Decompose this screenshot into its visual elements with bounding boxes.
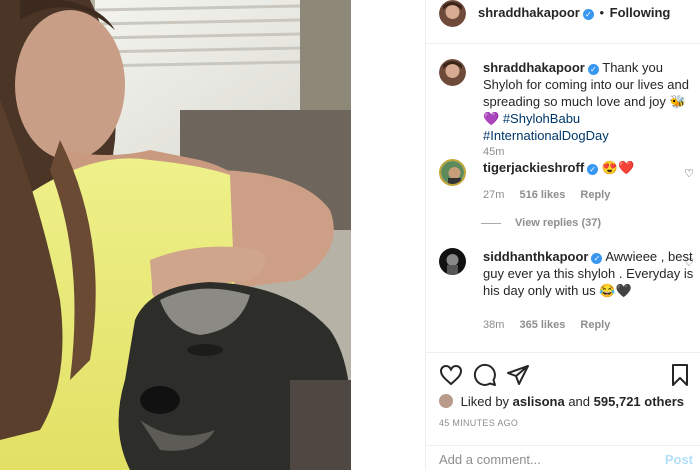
comment-time: 27m (483, 189, 505, 201)
add-comment-input[interactable] (439, 452, 649, 467)
comment-time: 38m (483, 319, 505, 331)
caption-username[interactable]: shraddhakapoor (483, 60, 585, 75)
save-bookmark-icon[interactable] (668, 363, 694, 389)
post-comment-button[interactable]: Post (665, 452, 693, 467)
post-timestamp[interactable]: 45 MINUTES AGO (439, 418, 518, 428)
comment-likes[interactable]: 365 likes (519, 319, 565, 331)
reply-button[interactable]: Reply (580, 319, 610, 331)
view-replies-button[interactable]: View replies (37) (481, 217, 601, 229)
comment-username[interactable]: tigerjackieshroff (483, 160, 584, 175)
commenter-avatar[interactable] (439, 248, 466, 275)
caption-text-block: shraddhakapoor ✓ Thank you Shyloh for com… (483, 59, 698, 144)
action-icons (439, 363, 694, 391)
comment-text-block: tigerjackieshroff ✓ 😍❤️ (483, 159, 698, 176)
verified-badge-icon: ✓ (587, 164, 599, 175)
comment-item: siddhanthkapoor ✓ Awwieee , best guy ever… (439, 248, 694, 348)
liker-avatar[interactable] (439, 394, 453, 408)
photo-illustration (0, 0, 351, 470)
comment-text-block: siddhanthkapoor ✓ Awwieee , best guy ever… (483, 248, 698, 299)
liked-by-prefix: Liked by (460, 394, 510, 409)
caption-item: shraddhakapoor ✓ Thank you Shyloh for com… (439, 59, 694, 169)
like-comment-heart-icon[interactable]: ♡ (684, 256, 694, 269)
header-line: shraddhakapoor ✓ • Following (478, 5, 670, 20)
post-photo[interactable] (0, 0, 351, 470)
liked-by-user[interactable]: aslisona (513, 394, 565, 409)
view-replies-label: View replies (37) (515, 217, 602, 229)
liked-by-others[interactable]: 595,721 others (594, 394, 684, 409)
post-header: shraddhakapoor ✓ • Following (426, 0, 700, 44)
post-side-panel: shraddhakapoor ✓ • Following shraddhakapo… (425, 0, 700, 470)
like-comment-heart-icon[interactable]: ♡ (684, 167, 694, 180)
following-button[interactable]: Following (610, 5, 671, 20)
verified-badge-icon: ✓ (582, 9, 594, 20)
comment-meta: 38m 365 likes Reply (483, 319, 622, 331)
caption-meta: 45m (483, 146, 516, 158)
liked-by-and: and (568, 394, 591, 409)
author-avatar[interactable] (439, 0, 466, 27)
verified-badge-icon: ✓ (591, 253, 603, 264)
comment-text: 😍❤️ (601, 160, 635, 175)
comment-item: tigerjackieshroff ✓ 😍❤️ ♡ 27m 516 likes R… (439, 159, 694, 219)
like-heart-icon[interactable] (439, 363, 465, 389)
share-paper-plane-icon[interactable] (506, 363, 532, 389)
post-actions: Liked by aslisona and 595,721 others 45 … (426, 352, 700, 470)
comments-list[interactable]: shraddhakapoor ✓ Thank you Shyloh for com… (426, 44, 700, 352)
comment-username[interactable]: siddhanthkapoor (483, 249, 588, 264)
reply-button[interactable]: Reply (580, 189, 610, 201)
caption-hashtags[interactable]: #ShylohBabu #InternationalDogDay (483, 111, 609, 143)
liked-by-line: Liked by aslisona and 595,721 others (439, 394, 684, 409)
comment-likes[interactable]: 516 likes (519, 189, 565, 201)
comment-bubble-icon[interactable] (473, 363, 499, 389)
instagram-post: shraddhakapoor ✓ • Following shraddhakapo… (0, 0, 700, 470)
caption-time: 45m (483, 146, 505, 158)
verified-badge-icon: ✓ (587, 64, 599, 75)
caption-avatar[interactable] (439, 59, 466, 86)
commenter-avatar[interactable] (439, 159, 466, 186)
author-username[interactable]: shraddhakapoor (478, 5, 580, 20)
replies-divider (481, 222, 501, 224)
add-comment-bar: Post (426, 445, 700, 471)
comment-meta: 27m 516 likes Reply (483, 189, 622, 201)
separator-dot: • (599, 5, 605, 20)
